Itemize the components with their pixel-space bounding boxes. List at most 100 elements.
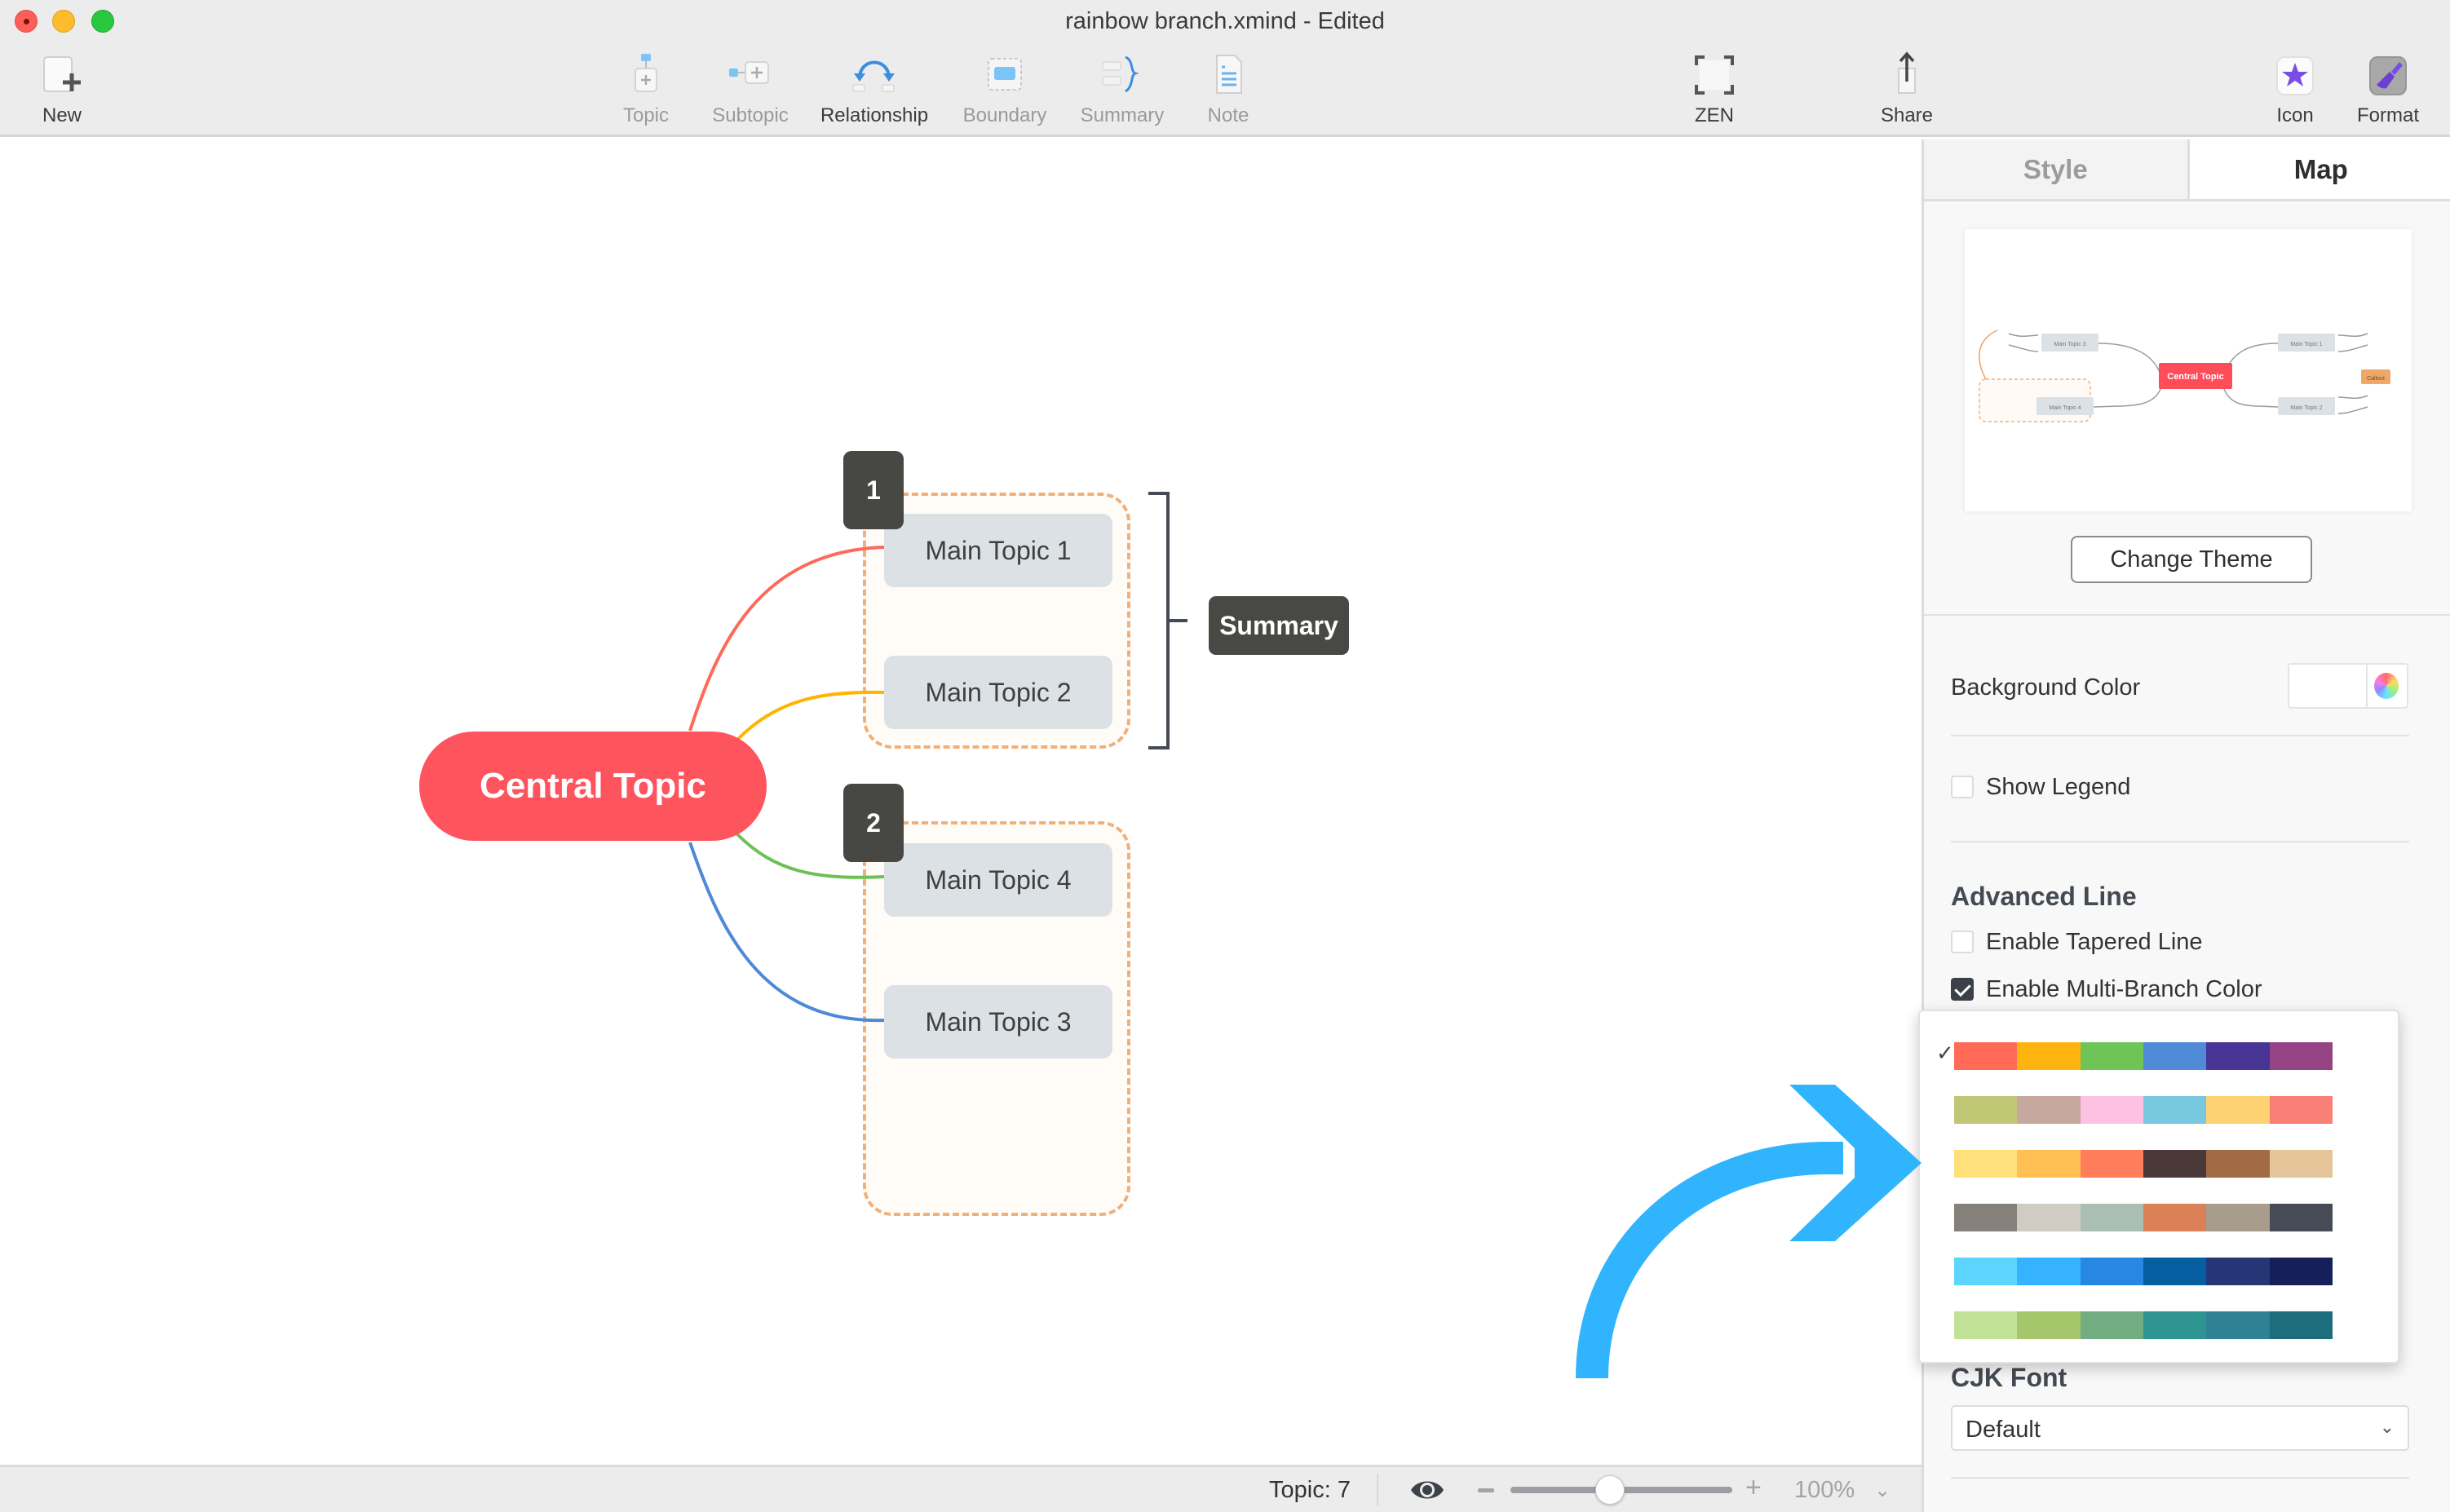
icon-label: Icon xyxy=(2276,104,2314,126)
summary-bracket xyxy=(1148,492,1187,749)
summary-label: Summary xyxy=(1080,104,1165,126)
format-label: Format xyxy=(2356,104,2419,126)
color-swatch xyxy=(2206,1150,2270,1178)
preview-topic: Main Topic 3 xyxy=(2054,342,2085,347)
color-swatch xyxy=(2269,1096,2333,1124)
subtopic-label: Subtopic xyxy=(712,104,789,126)
topic-label: Topic xyxy=(622,104,670,126)
panel-divider xyxy=(1924,614,2450,616)
relationship-label: Relationship xyxy=(820,104,929,126)
boundary-icon xyxy=(980,51,1029,99)
central-topic[interactable]: Central Topic xyxy=(419,732,767,841)
palette-option-3[interactable] xyxy=(1954,1150,2333,1178)
color-swatch xyxy=(2143,1042,2207,1070)
summary-icon xyxy=(1098,51,1147,99)
main-topic-2[interactable]: Main Topic 2 xyxy=(884,656,1112,729)
summary-topic[interactable]: Summary xyxy=(1209,596,1349,655)
palette-option-4[interactable] xyxy=(1954,1204,2333,1231)
note-icon xyxy=(1204,51,1253,99)
tab-style[interactable]: Style xyxy=(1924,139,2190,199)
chevron-down-icon[interactable]: ⌄ xyxy=(1874,1479,1891,1502)
show-legend-checkbox[interactable] xyxy=(1951,776,1974,798)
zoom-level-select[interactable]: 100% xyxy=(1794,1477,1855,1504)
main-topic-1[interactable]: Main Topic 1 xyxy=(884,514,1112,587)
panel-tabs: Style Map xyxy=(1924,139,2450,201)
color-swatch xyxy=(2017,1311,2081,1339)
color-swatch xyxy=(1954,1150,2018,1178)
selected-check-icon: ✓ xyxy=(1936,1041,1954,1065)
divider xyxy=(1951,841,2409,842)
color-swatch xyxy=(2269,1311,2333,1339)
cjk-font-select[interactable]: Default ⌄ xyxy=(1951,1405,2409,1451)
multi-branch-color-label: Enable Multi-Branch Color xyxy=(1986,976,2262,1002)
color-swatch xyxy=(2017,1204,2081,1231)
boundary-marker-1[interactable]: 1 xyxy=(843,451,904,529)
color-swatch xyxy=(2080,1311,2143,1339)
eye-icon[interactable] xyxy=(1409,1475,1445,1509)
color-swatch xyxy=(2206,1042,2270,1070)
boundary-marker-2[interactable]: 2 xyxy=(843,784,904,862)
zoom-slider-thumb[interactable] xyxy=(1595,1475,1625,1505)
color-swatch xyxy=(1954,1258,2018,1285)
zen-label: ZEN xyxy=(1695,104,1734,126)
palette-option-6[interactable] xyxy=(1954,1311,2333,1339)
color-swatch xyxy=(2080,1258,2143,1285)
background-color-label: Background Color xyxy=(1951,674,2141,701)
divider xyxy=(1951,735,2409,736)
zoom-in-button[interactable]: + xyxy=(1745,1472,1762,1504)
color-swatch xyxy=(2017,1096,2081,1124)
cjk-font-value: Default xyxy=(1966,1417,2041,1443)
share-icon xyxy=(1882,51,1931,99)
preview-topic: Main Topic 1 xyxy=(2290,342,2322,347)
palette-option-2[interactable] xyxy=(1954,1096,2333,1124)
color-swatch xyxy=(1954,1204,2018,1231)
multi-branch-color-checkbox[interactable] xyxy=(1951,978,1974,1001)
palette-option-1[interactable] xyxy=(1954,1042,2333,1070)
format-button[interactable]: Format xyxy=(2331,51,2445,127)
tab-map[interactable]: Map xyxy=(2189,139,2450,199)
preview-central-topic: Central Topic xyxy=(2167,372,2223,382)
color-swatch xyxy=(2269,1150,2333,1178)
palette-option-5[interactable] xyxy=(1954,1258,2333,1285)
tapered-line-checkbox[interactable] xyxy=(1951,931,1974,953)
new-label: New xyxy=(42,104,82,126)
relationship-button[interactable]: Relationship xyxy=(817,51,931,127)
topic-icon xyxy=(621,51,670,99)
color-swatch xyxy=(2080,1096,2143,1124)
color-swatch xyxy=(2017,1042,2081,1070)
theme-preview[interactable]: Central Topic Main Topic 3 Main Topic 4 … xyxy=(1965,229,2412,511)
preview-callout: Callout xyxy=(2367,376,2385,382)
subtopic-icon xyxy=(726,51,775,99)
topic-button[interactable]: Topic xyxy=(589,51,703,127)
color-swatch xyxy=(2017,1150,2081,1178)
zoom-out-button[interactable] xyxy=(1478,1488,1494,1492)
color-swatch xyxy=(2143,1150,2207,1178)
color-swatch xyxy=(1954,1311,2018,1339)
annotation-arrow-icon xyxy=(1576,1085,1922,1379)
share-button[interactable]: Share xyxy=(1850,51,1964,127)
main-topic-4[interactable]: Main Topic 4 xyxy=(884,843,1112,917)
boundary-button[interactable]: Boundary xyxy=(948,51,1062,127)
summary-button[interactable]: Summary xyxy=(1065,51,1179,127)
zen-fullscreen-icon xyxy=(1690,51,1739,99)
divider xyxy=(1951,1477,2409,1479)
color-swatch xyxy=(2143,1096,2207,1124)
share-label: Share xyxy=(1880,104,1934,126)
chevron-down-icon: ⌄ xyxy=(2379,1417,2395,1437)
color-swatch xyxy=(1954,1096,2018,1124)
note-button[interactable]: Note xyxy=(1171,51,1285,127)
main-topic-3[interactable]: Main Topic 3 xyxy=(884,985,1112,1059)
subtopic-button[interactable]: Subtopic xyxy=(693,51,807,127)
background-color-picker[interactable] xyxy=(2288,663,2408,709)
change-theme-button[interactable]: Change Theme xyxy=(2071,536,2312,583)
zen-button[interactable]: ZEN xyxy=(1657,51,1771,127)
branch-color-palette-popup: ✓ xyxy=(1918,1010,2399,1364)
new-button[interactable]: New xyxy=(5,51,119,127)
color-swatch xyxy=(2017,1258,2081,1285)
color-wheel-icon[interactable] xyxy=(2374,673,2399,699)
show-legend-label: Show Legend xyxy=(1986,774,2131,800)
boundary-label: Boundary xyxy=(962,104,1047,126)
star-icon xyxy=(2271,51,2320,99)
branch-line-main-topic-1 xyxy=(688,546,885,732)
color-swatch xyxy=(2206,1258,2270,1285)
